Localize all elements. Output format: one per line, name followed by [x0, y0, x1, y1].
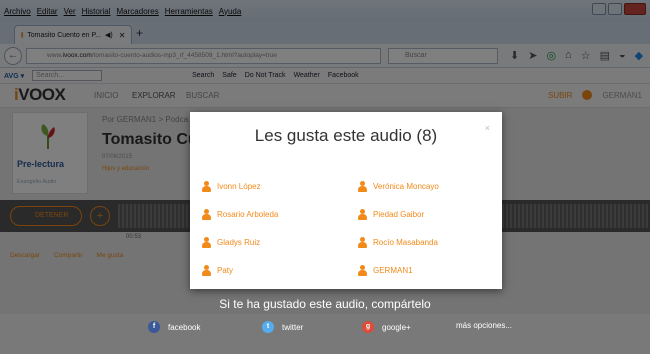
liker-name: Ivonn López [217, 181, 261, 191]
liker-item[interactable]: GERMAN1 [358, 256, 439, 284]
user-icon [202, 180, 211, 192]
liker-name: Gladys Ruiz [217, 237, 261, 247]
liker-name: Verónica Moncayo [373, 181, 439, 191]
share-twitter-label: twitter [282, 322, 304, 332]
liker-item[interactable]: Paty [202, 256, 278, 284]
liker-item[interactable]: Verónica Moncayo [358, 172, 439, 200]
share-twitter[interactable]: t twitter [262, 321, 303, 333]
liker-name: GERMAN1 [373, 265, 413, 275]
google-plus-icon: g [362, 321, 374, 333]
likers-right-column: Verónica Moncayo Piedad Gaibor Rocío Mas… [358, 172, 439, 284]
likers-left-column: Ivonn López Rosario Arboleda Gladys Ruiz… [202, 172, 278, 284]
liker-item[interactable]: Ivonn López [202, 172, 278, 200]
share-options: f facebook t twitter g google+ más opcio… [0, 321, 650, 339]
liker-name: Rosario Arboleda [217, 209, 279, 219]
user-icon [358, 208, 367, 220]
share-facebook-label: facebook [168, 322, 201, 332]
likes-modal: Les gusta este audio (8) × Ivonn López R… [190, 112, 502, 289]
liker-name: Piedad Gaibor [373, 209, 425, 219]
share-facebook[interactable]: f facebook [148, 321, 200, 333]
liker-name: Rocío Masabanda [373, 237, 438, 247]
modal-title: Les gusta este audio (8) [254, 126, 438, 145]
user-icon [358, 264, 367, 276]
twitter-icon: t [262, 321, 274, 333]
liker-name: Paty [217, 265, 234, 275]
share-title: Si te ha gustado este audio, compártelo [219, 297, 431, 311]
share-more-label: más opciones... [456, 321, 513, 330]
user-icon [358, 180, 367, 192]
user-icon [358, 236, 367, 248]
share-google-label: google+ [382, 322, 411, 332]
close-modal-button[interactable]: × [485, 123, 490, 133]
liker-item[interactable]: Piedad Gaibor [358, 200, 439, 228]
liker-item[interactable]: Rocío Masabanda [358, 228, 439, 256]
user-icon [202, 264, 211, 276]
liker-item[interactable]: Rosario Arboleda [202, 200, 278, 228]
liker-item[interactable]: Gladys Ruiz [202, 228, 278, 256]
facebook-icon: f [148, 321, 160, 333]
user-icon [202, 236, 211, 248]
share-more-options[interactable]: más opciones... [456, 321, 512, 330]
share-google[interactable]: g google+ [362, 321, 411, 333]
user-icon [202, 208, 211, 220]
